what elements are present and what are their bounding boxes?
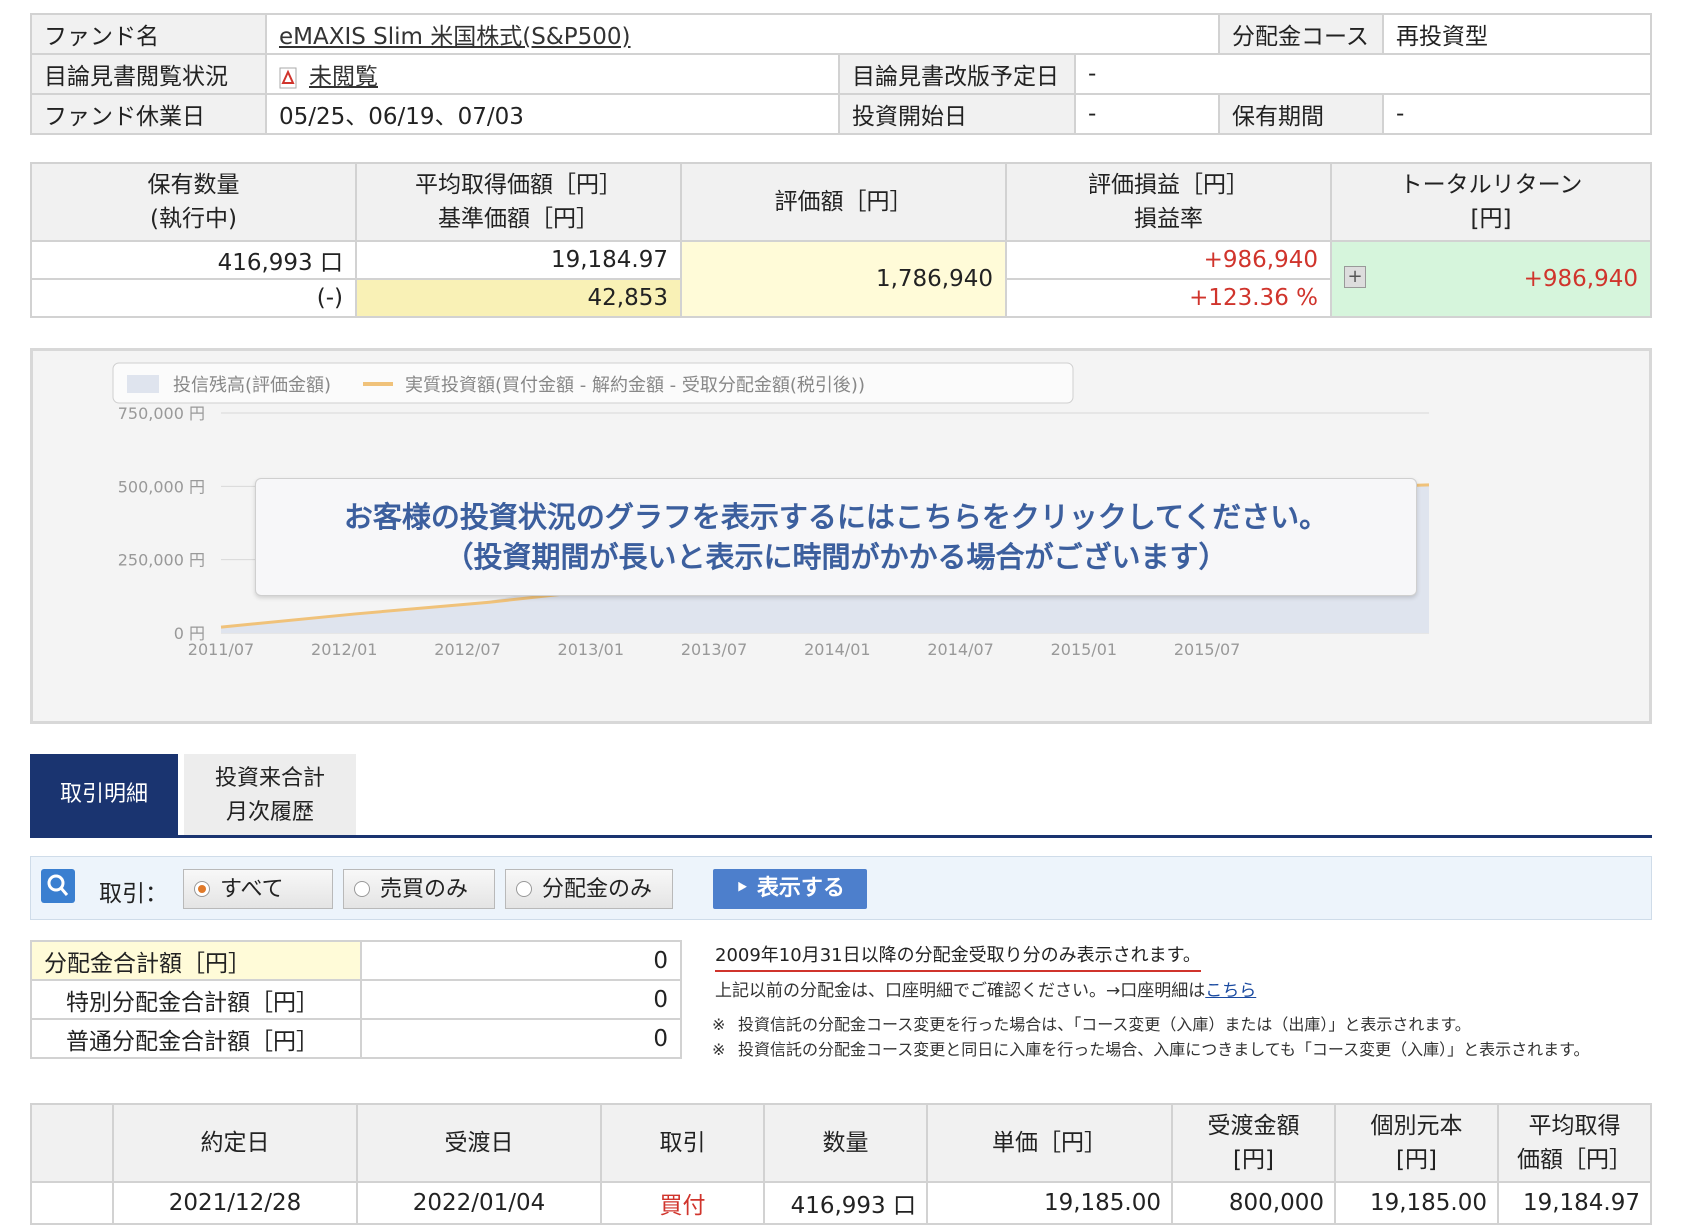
avg-cost-header: 平均取得 価額［円］ (1497, 1103, 1652, 1183)
radio-trade-only[interactable]: 売買のみ (343, 869, 495, 909)
y-tick-label: 250,000 円 (118, 551, 205, 570)
profit-loss-header: 評価損益［円］ 損益率 (1005, 162, 1332, 242)
settle-date-header: 受渡日 (356, 1103, 602, 1183)
trade-date-header: 約定日 (112, 1103, 358, 1183)
y-tick-label: 500,000 円 (118, 477, 205, 496)
chart-click-overlay[interactable]: お客様の投資状況のグラフを表示するにはこちらをクリックしてください。 （投資期間… (255, 478, 1417, 596)
quantity-pending-value: (-) (30, 278, 357, 318)
tab-monthly-label-2: 月次履歴 (225, 800, 314, 825)
distribution-course-label: 分配金コース (1218, 13, 1384, 55)
legend-label-balance: 投信残高(評価金額) (173, 375, 331, 396)
note-bullet-2: ※ 投資信託の分配金コース変更と同日に入庫を行った場合、入庫につきましても「コース… (712, 1040, 1590, 1059)
account-statement-note: 上記以前の分配金は、口座明細でご確認ください。→口座明細はこちら (715, 981, 1257, 1001)
x-tick-label: 2013/01 (558, 640, 624, 659)
quantity-col-header: 数量 (763, 1103, 928, 1183)
note-bullet-1: ※ 投資信託の分配金コース変更を行った場合は、「コース変更（入庫）または（出庫）」… (712, 1015, 1471, 1034)
total-return-cell: + +986,940 (1330, 240, 1652, 318)
overlay-line-1: お客様の投資状況のグラフを表示するにはこちらをクリックしてください。 (343, 500, 1329, 534)
avg-price-header: 平均取得価額［円］ 基準価額［円］ (355, 162, 682, 242)
prospectus-status-label: 目論見書閲覧状況 (30, 53, 267, 95)
x-tick-label: 2015/07 (1174, 640, 1240, 659)
dividend-total-label: 分配金合計額［円］ (30, 940, 362, 981)
x-tick-label: 2012/07 (434, 640, 500, 659)
expand-plus-icon[interactable]: + (1344, 266, 1366, 288)
holding-period-label: 保有期間 (1218, 93, 1384, 135)
ordinary-dividend-value: 0 (360, 1018, 682, 1059)
course-change-notes: ※ 投資信託の分配金コース変更を行った場合は、「コース変更（入庫）または（出庫）」… (712, 1012, 1632, 1062)
principal-header: 個別元本 [円] (1334, 1103, 1499, 1183)
filter-bar: 取引： すべて 売買のみ 分配金のみ ‣ 表示する (30, 856, 1652, 920)
unit-price-header: 単価［円］ (926, 1103, 1173, 1183)
fund-info-table: ファンド名 eMAXIS Slim 米国株式(S&P500) 分配金コース 再投… (30, 13, 1652, 135)
search-icon (41, 869, 75, 903)
special-dividend-value: 0 (360, 979, 682, 1020)
prospectus-revision-label: 目論見書改版予定日 (838, 53, 1076, 95)
prospectus-revision-value: - (1074, 53, 1652, 95)
quantity-header: 保有数量 (執行中) (30, 162, 357, 242)
y-tick-label: 750,000 円 (118, 404, 205, 423)
special-dividend-label: 特別分配金合計額［円］ (30, 979, 362, 1020)
tab-monthly-label-1: 投資来合計 (214, 766, 325, 791)
profit-loss-rate-value: +123.36 % (1005, 278, 1332, 318)
dividend-total-value: 0 (360, 940, 682, 981)
transactions-table: 約定日 受渡日 取引 数量 単価［円］ 受渡金額 [円] 個別元本 [円] 平均取得… (30, 1103, 1652, 1225)
dividend-totals-table: 分配金合計額［円］ 0 特別分配金合計額［円］ 0 普通分配金合計額［円］ 0 (30, 940, 682, 1059)
start-date-label: 投資開始日 (838, 93, 1076, 135)
fund-holiday-label: ファンド休業日 (30, 93, 267, 135)
x-tick-label: 2013/07 (681, 640, 747, 659)
holdings-table: 保有数量 (執行中) 平均取得価額［円］ 基準価額［円］ 評価額［円］ 評価損益［円… (30, 162, 1652, 318)
ordinary-dividend-label: 普通分配金合計額［円］ (30, 1018, 362, 1059)
fund-name-label: ファンド名 (30, 13, 267, 55)
x-tick-label: 2011/07 (188, 640, 254, 659)
base-price-value: 42,853 (355, 278, 682, 318)
quantity-value: 416,993 口 (30, 240, 357, 280)
holding-period-value: - (1382, 93, 1652, 135)
x-tick-label: 2012/01 (311, 640, 377, 659)
valuation-header: 評価額［円］ (680, 162, 1007, 242)
checkbox-header (30, 1103, 114, 1183)
avg-price-value: 19,184.97 (355, 240, 682, 280)
x-tick-label: 2014/01 (804, 640, 870, 659)
total-return-value: +986,940 (1523, 266, 1638, 292)
tab-transaction-detail[interactable]: 取引明細 (30, 754, 178, 836)
valuation-value: 1,786,940 (680, 240, 1007, 318)
show-button[interactable]: ‣ 表示する (713, 869, 867, 909)
total-return-header: トータルリターン [円] (1330, 162, 1652, 242)
fund-name-link[interactable]: eMAXIS Slim 米国株式(S&P500) (279, 24, 631, 50)
tab-underline (30, 835, 1652, 838)
x-tick-label: 2015/01 (1051, 640, 1117, 659)
filter-label: 取引： (99, 881, 168, 907)
dividend-notice: 2009年10月31日以降の分配金受取り分のみ表示されます。 (715, 941, 1201, 972)
x-tick-label: 2014/07 (927, 640, 993, 659)
account-statement-link[interactable]: こちら (1205, 981, 1256, 1001)
amount-header: 受渡金額 [円] (1171, 1103, 1336, 1183)
tab-monthly-history[interactable]: 投資来合計 月次履歴 (184, 754, 356, 836)
type-header: 取引 (600, 1103, 765, 1183)
profit-loss-value: +986,940 (1005, 240, 1332, 280)
overlay-line-2: （投資期間が長いと表示に時間がかかる場合がございます） (444, 540, 1228, 574)
legend-label-investment: 実質投資額(買付金額 - 解約金額 - 受取分配金額(税引後)) (405, 375, 865, 396)
pdf-icon (279, 67, 297, 88)
legend-swatch-balance (127, 375, 159, 393)
investment-chart[interactable]: 投信残高(評価金額) 実質投資額(買付金額 - 解約金額 - 受取分配金額(税引後… (30, 348, 1652, 724)
fund-holiday-value: 05/25、06/19、07/03 (265, 93, 840, 135)
start-date-value: - (1074, 93, 1220, 135)
radio-dividend-only[interactable]: 分配金のみ (505, 869, 673, 909)
radio-all[interactable]: すべて (183, 869, 333, 909)
prospectus-status-link[interactable]: 未閲覧 (309, 64, 378, 90)
distribution-course-value: 再投資型 (1382, 13, 1652, 55)
